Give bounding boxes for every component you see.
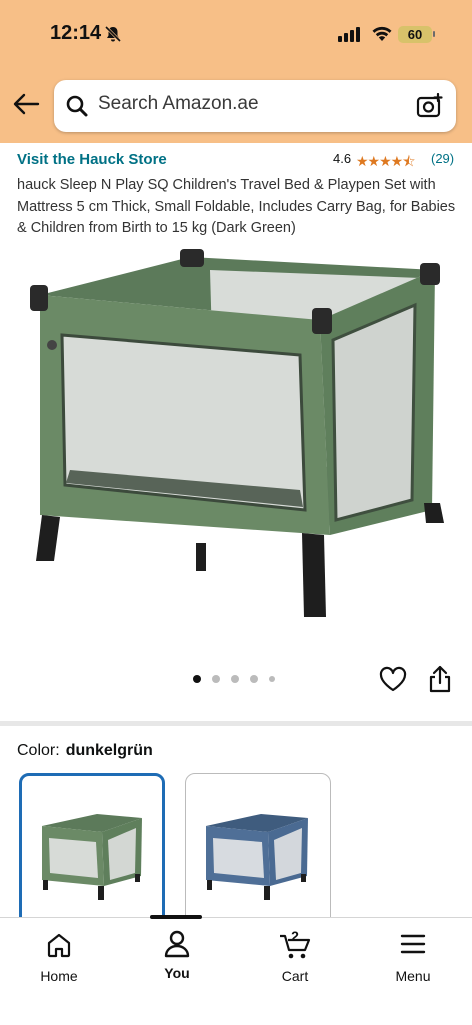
header: 12:14 60 Search Amazon.ae bbox=[0, 0, 472, 143]
nav-menu[interactable]: Menu bbox=[354, 918, 472, 998]
search-input[interactable]: Search Amazon.ae bbox=[98, 93, 259, 115]
back-arrow-icon[interactable] bbox=[12, 92, 40, 116]
home-icon bbox=[47, 933, 71, 958]
carousel-dot-4[interactable] bbox=[250, 675, 258, 683]
bottom-navigation: Home You 2 Cart Menu bbox=[0, 915, 472, 1025]
swatch-image-green bbox=[42, 814, 142, 900]
nav-you-label: You bbox=[164, 965, 190, 981]
nav-menu-label: Menu bbox=[395, 968, 431, 984]
color-selector-label: Color: dunkelgrün bbox=[17, 742, 153, 760]
heart-icon[interactable] bbox=[379, 666, 407, 692]
carousel-dot-3[interactable] bbox=[231, 675, 239, 683]
carousel-dot-1[interactable] bbox=[193, 675, 201, 683]
store-link[interactable]: Visit the Hauck Store bbox=[17, 151, 167, 168]
search-icon bbox=[66, 95, 88, 117]
carousel-dot-2[interactable] bbox=[212, 675, 220, 683]
rating-stars[interactable]: ★★★★⯪ bbox=[356, 151, 415, 175]
section-divider bbox=[0, 721, 472, 726]
search-bar[interactable]: Search Amazon.ae bbox=[54, 80, 456, 132]
product-title: hauck Sleep N Play SQ Children's Travel … bbox=[17, 177, 456, 236]
color-option-blue[interactable] bbox=[185, 773, 331, 935]
nav-cart-label: Cart bbox=[281, 968, 309, 984]
nav-home-label: Home bbox=[40, 968, 78, 984]
hamburger-menu-icon bbox=[400, 934, 426, 954]
wifi-icon bbox=[372, 26, 392, 41]
image-carousel-dots[interactable] bbox=[193, 675, 275, 683]
rating-count[interactable]: (29) bbox=[431, 151, 454, 166]
bell-muted-icon bbox=[104, 25, 122, 43]
rating-value: 4.6 bbox=[333, 151, 352, 166]
signal-icon bbox=[338, 27, 360, 42]
swatch-image-blue bbox=[206, 814, 308, 900]
nav-you[interactable]: You bbox=[118, 918, 236, 998]
nav-cart[interactable]: 2 Cart bbox=[236, 918, 354, 998]
share-icon[interactable] bbox=[428, 665, 452, 693]
selected-color-name: dunkelgrün bbox=[65, 742, 153, 759]
status-time: 12:14 bbox=[50, 22, 102, 44]
carousel-dot-5[interactable] bbox=[269, 676, 275, 682]
cart-icon bbox=[280, 934, 311, 959]
color-option-green[interactable] bbox=[19, 773, 165, 935]
battery-indicator: 60 bbox=[398, 26, 432, 43]
nav-home[interactable]: Home bbox=[0, 918, 118, 998]
battery-tip bbox=[433, 31, 435, 37]
color-label-text: Color: bbox=[17, 742, 60, 759]
product-image-playpen[interactable] bbox=[0, 245, 472, 665]
person-icon bbox=[164, 930, 190, 958]
camera-search-icon[interactable] bbox=[416, 93, 444, 119]
